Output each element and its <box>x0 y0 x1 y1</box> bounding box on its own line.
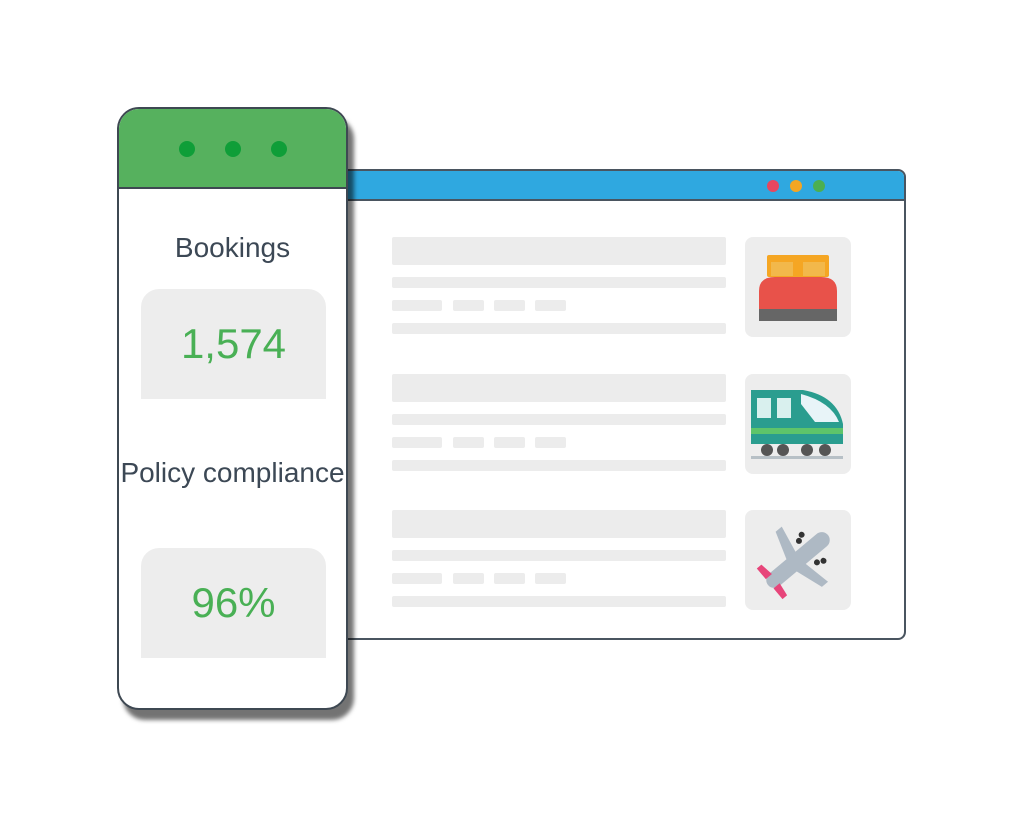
bookings-label: Bookings <box>174 232 291 263</box>
placeholder-title <box>392 237 726 265</box>
airplane-icon <box>756 526 830 600</box>
placeholder-title <box>392 510 726 538</box>
stats-panel-header <box>119 109 346 189</box>
train-thumbnail[interactable] <box>745 374 851 474</box>
header-dot <box>271 141 287 157</box>
bed-icon <box>759 255 837 321</box>
bookings-value: 1,574 <box>180 320 287 367</box>
placeholder-tag <box>535 300 566 311</box>
placeholder-line <box>392 596 726 607</box>
placeholder-tag <box>535 573 566 584</box>
placeholder-tag <box>453 437 484 448</box>
policy-compliance-card[interactable]: 96% <box>141 548 326 658</box>
placeholder-tag <box>494 437 525 448</box>
browser-title-bar <box>337 171 904 201</box>
placeholder-line <box>392 550 726 561</box>
hotel-thumbnail[interactable] <box>745 237 851 337</box>
placeholder-tag <box>494 300 525 311</box>
maximize-window-dot[interactable] <box>813 180 825 192</box>
placeholder-tag <box>392 573 442 584</box>
close-window-dot[interactable] <box>767 180 779 192</box>
header-dot <box>225 141 241 157</box>
placeholder-line <box>392 414 726 425</box>
placeholder-tag <box>392 300 442 311</box>
flight-thumbnail[interactable] <box>745 510 851 610</box>
placeholder-tag <box>453 300 484 311</box>
placeholder-line <box>392 460 726 471</box>
placeholder-tag <box>535 437 566 448</box>
minimize-window-dot[interactable] <box>790 180 802 192</box>
placeholder-line <box>392 277 726 288</box>
bookings-card[interactable]: 1,574 <box>141 289 326 399</box>
header-dot <box>179 141 195 157</box>
policy-compliance-value: 96% <box>191 579 276 626</box>
placeholder-title <box>392 374 726 402</box>
policy-compliance-label: Policy compliance <box>120 457 345 488</box>
placeholder-line <box>392 323 726 334</box>
placeholder-tag <box>494 573 525 584</box>
placeholder-tag <box>392 437 442 448</box>
placeholder-tag <box>453 573 484 584</box>
train-icon <box>751 390 843 459</box>
browser-window <box>335 169 906 640</box>
stats-panel: Bookings 1,574 Policy compliance 96% <box>117 107 348 710</box>
